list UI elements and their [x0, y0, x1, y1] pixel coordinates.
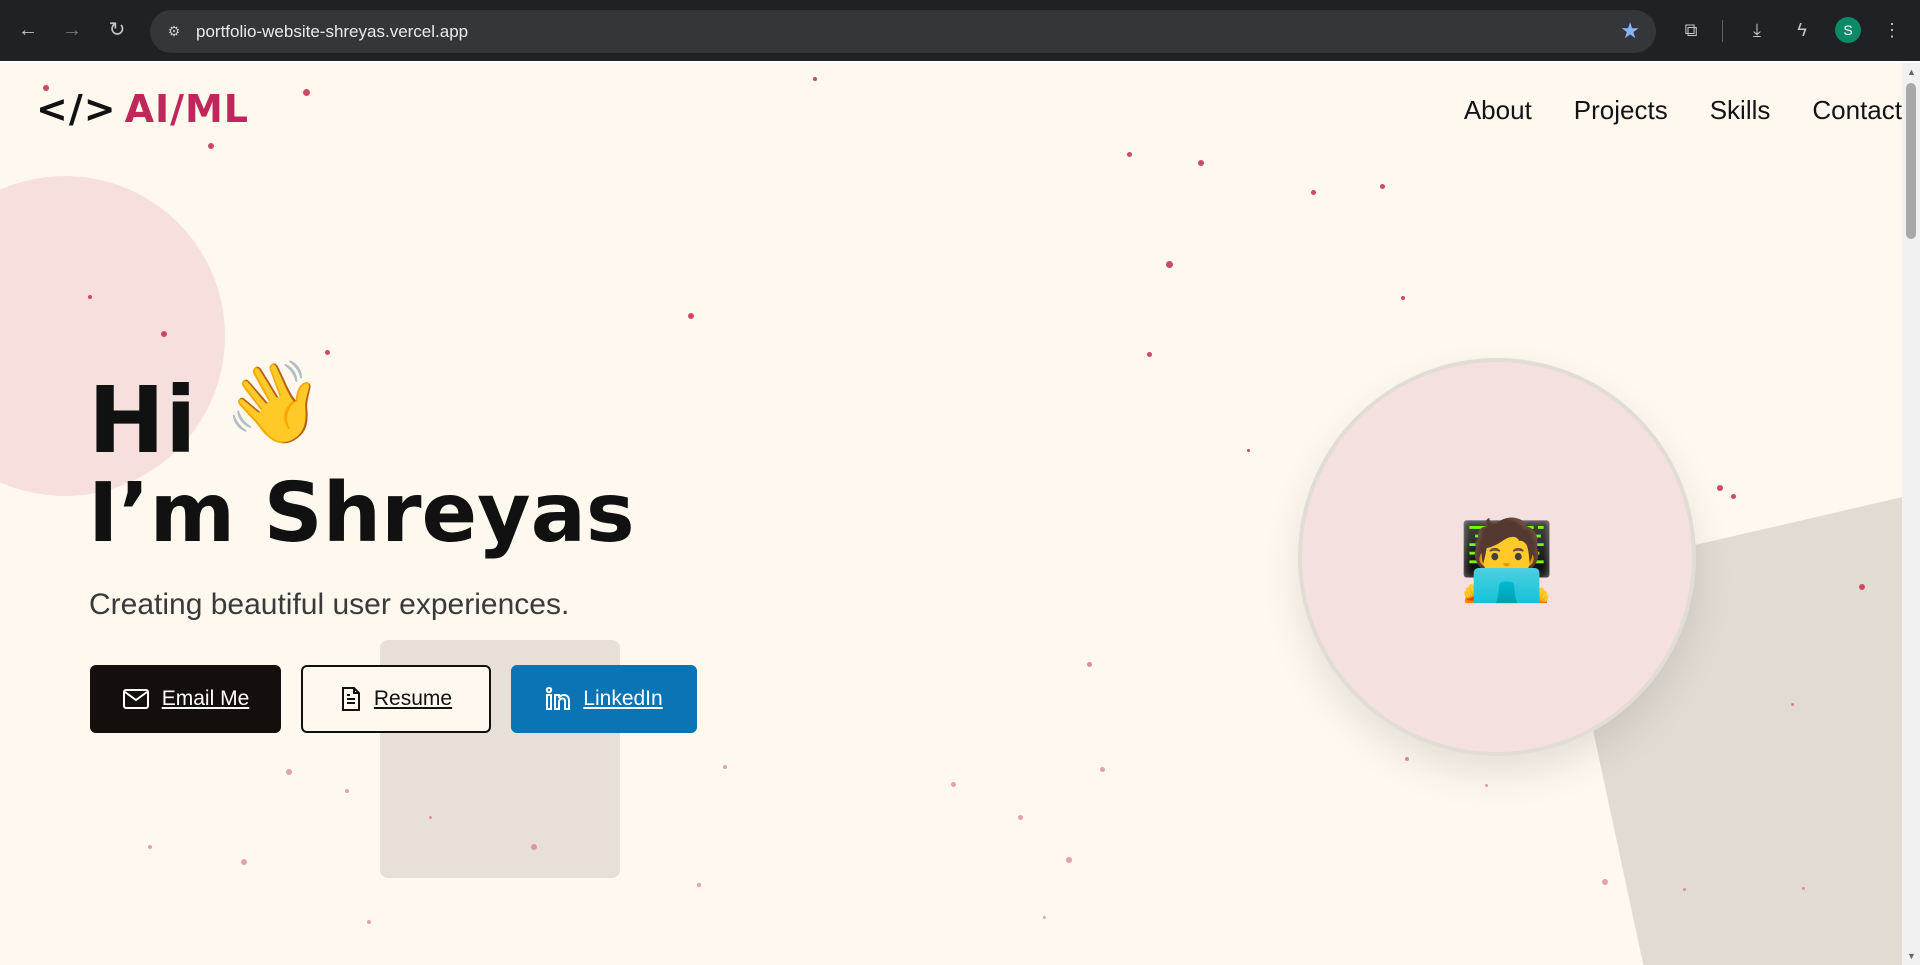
particle-dot: [161, 331, 167, 337]
email-me-button[interactable]: Email Me: [90, 665, 281, 733]
particle-dot: [286, 769, 292, 775]
site-settings-icon[interactable]: ⚙: [164, 21, 184, 41]
particle-dot: [1380, 184, 1385, 189]
nav-link-contact[interactable]: Contact: [1812, 95, 1902, 126]
scroll-up-arrow-icon[interactable]: ▲: [1907, 67, 1916, 77]
address-bar[interactable]: ⚙ portfolio-website-shreyas.vercel.app ★: [150, 10, 1656, 53]
toolbar-divider: [1722, 20, 1723, 42]
particle-dot: [1485, 784, 1488, 787]
particle-dot: [1405, 757, 1409, 761]
email-me-label: Email Me: [161, 687, 250, 710]
extensions-icon[interactable]: ⧉: [1675, 14, 1707, 46]
resume-button[interactable]: Resume: [301, 665, 491, 733]
forward-icon[interactable]: →: [56, 14, 88, 46]
code-brackets-icon: </>: [36, 87, 117, 131]
particle-dot: [1602, 879, 1608, 885]
mail-icon: [122, 689, 149, 709]
linkedin-button[interactable]: LinkedIn: [511, 665, 697, 733]
reload-icon[interactable]: ↻: [101, 14, 133, 46]
particle-dot: [1018, 815, 1023, 820]
linkedin-label: LinkedIn: [583, 687, 663, 710]
browser-toolbar: ← → ↻ ⚙ portfolio-website-shreyas.vercel…: [0, 0, 1920, 61]
particle-dot: [325, 350, 330, 355]
portfolio-page: </> AI/ML About Projects Skills Contact H…: [0, 63, 1902, 965]
particle-dot: [1166, 261, 1173, 268]
nav-link-skills[interactable]: Skills: [1710, 95, 1771, 126]
particle-dot: [1802, 887, 1805, 890]
particle-dot: [1100, 767, 1105, 772]
particle-dot: [688, 313, 694, 319]
particle-dot: [241, 859, 247, 865]
particle-dot: [1247, 449, 1250, 452]
particle-dot: [88, 295, 92, 299]
particle-dot: [1043, 916, 1046, 919]
linkedin-icon: [546, 686, 571, 710]
menu-kebab-icon[interactable]: ⋮: [1876, 14, 1908, 46]
particle-dot: [148, 845, 152, 849]
nav-link-projects[interactable]: Projects: [1574, 95, 1668, 126]
site-logo[interactable]: </> AI/ML: [36, 87, 249, 131]
particle-dot: [951, 782, 956, 787]
particle-dot: [208, 143, 214, 149]
scrollbar-thumb[interactable]: [1906, 83, 1916, 239]
technologist-avatar-icon: 🧑‍💻: [1458, 516, 1556, 604]
logo-text: AI/ML: [124, 87, 250, 131]
hero-name: I’m Shreyas: [88, 466, 635, 561]
particle-dot: [1717, 485, 1723, 491]
performance-icon[interactable]: ϟ: [1786, 14, 1818, 46]
particle-dot: [1859, 584, 1865, 590]
main-nav: About Projects Skills Contact: [1422, 95, 1902, 126]
waving-hand-icon: 👋: [224, 358, 324, 447]
nav-link-about[interactable]: About: [1464, 95, 1532, 126]
particle-dot: [1147, 352, 1152, 357]
hero-tagline: Creating beautiful user experiences.: [89, 588, 570, 621]
particle-dot: [345, 789, 349, 793]
download-icon[interactable]: ⤓: [1741, 14, 1773, 46]
particle-dot: [813, 77, 817, 81]
particle-dot: [1127, 152, 1132, 157]
document-icon: [341, 687, 360, 711]
particle-dot: [303, 89, 310, 96]
particle-dot: [1198, 160, 1204, 166]
particle-dot: [367, 920, 371, 924]
page-scrollbar[interactable]: ▲ ▼: [1902, 63, 1920, 965]
particle-dot: [1683, 888, 1686, 891]
resume-label: Resume: [373, 687, 453, 710]
particle-dot: [1087, 662, 1092, 667]
bookmark-star-icon[interactable]: ★: [1620, 19, 1640, 43]
particle-dot: [1311, 190, 1316, 195]
profile-avatar[interactable]: S: [1835, 17, 1861, 43]
particle-dot: [723, 765, 727, 769]
scroll-down-arrow-icon[interactable]: ▼: [1907, 951, 1916, 961]
particle-dot: [697, 883, 701, 887]
particle-dot: [1401, 296, 1405, 300]
particle-dot: [1791, 703, 1794, 706]
hero-greeting: Hi: [88, 367, 197, 474]
particle-dot: [1066, 857, 1072, 863]
particle-dot: [1731, 494, 1736, 499]
particle-dot: [531, 844, 537, 850]
back-icon[interactable]: ←: [12, 14, 44, 46]
url-text[interactable]: portfolio-website-shreyas.vercel.app: [196, 10, 468, 53]
particle-dot: [429, 816, 432, 819]
